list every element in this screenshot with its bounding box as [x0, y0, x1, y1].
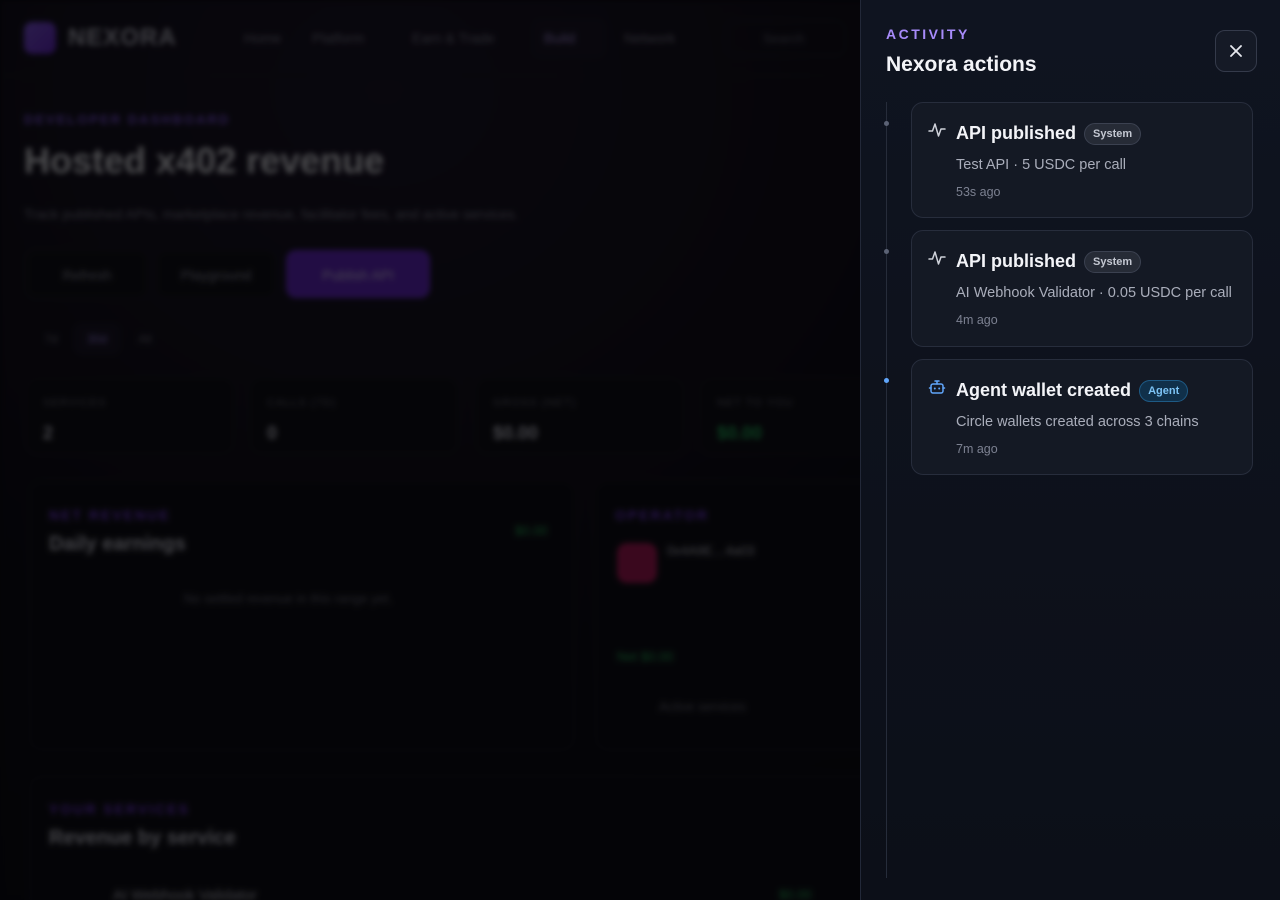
drawer-scrim[interactable]: [0, 0, 860, 900]
activity-icon: [928, 123, 946, 137]
activity-description: Circle wallets created across 3 chains: [956, 414, 1199, 430]
activity-time: 7m ago: [956, 442, 998, 456]
activity-description: Test API · 5 USDC per call: [956, 157, 1127, 173]
activity-time: 4m ago: [956, 313, 998, 327]
activity-time: 53s ago: [956, 185, 1001, 199]
activity-card[interactable]: Agent wallet created Agent Circle wallets…: [911, 359, 1253, 475]
timeline-line: [886, 102, 887, 878]
type-badge: System: [1084, 251, 1142, 273]
bot-icon: [928, 380, 946, 394]
activity-drawer: ACTIVITY Nexora actions API published Sys…: [860, 0, 1280, 900]
activity-card[interactable]: API published System AI Webhook Validator…: [911, 230, 1253, 347]
activity-title: API published System: [956, 251, 1142, 273]
timeline-dot: [884, 121, 889, 126]
close-button[interactable]: [1215, 30, 1257, 72]
app-root: NEXORA Home Platform Earn & Trade Build …: [0, 0, 1280, 900]
timeline-dot: [884, 249, 889, 254]
drawer-title: Nexora actions: [886, 53, 1037, 76]
activity-card[interactable]: API published System Test API · 5 USDC pe…: [911, 102, 1253, 218]
activity-title: Agent wallet created Agent: [956, 380, 1189, 402]
drawer-kicker: ACTIVITY: [886, 26, 970, 42]
activity-title: API published System: [956, 123, 1142, 145]
type-badge: Agent: [1139, 380, 1189, 402]
activity-title-text: Agent wallet created: [956, 380, 1132, 400]
type-badge: System: [1084, 123, 1142, 145]
timeline-dot: [884, 378, 889, 383]
activity-icon: [928, 251, 946, 265]
close-icon: [1230, 45, 1242, 57]
activity-description: AI Webhook Validator · 0.05 USDC per cal…: [956, 285, 1232, 301]
activity-title-text: API published: [956, 251, 1077, 271]
activity-title-text: API published: [956, 123, 1077, 143]
